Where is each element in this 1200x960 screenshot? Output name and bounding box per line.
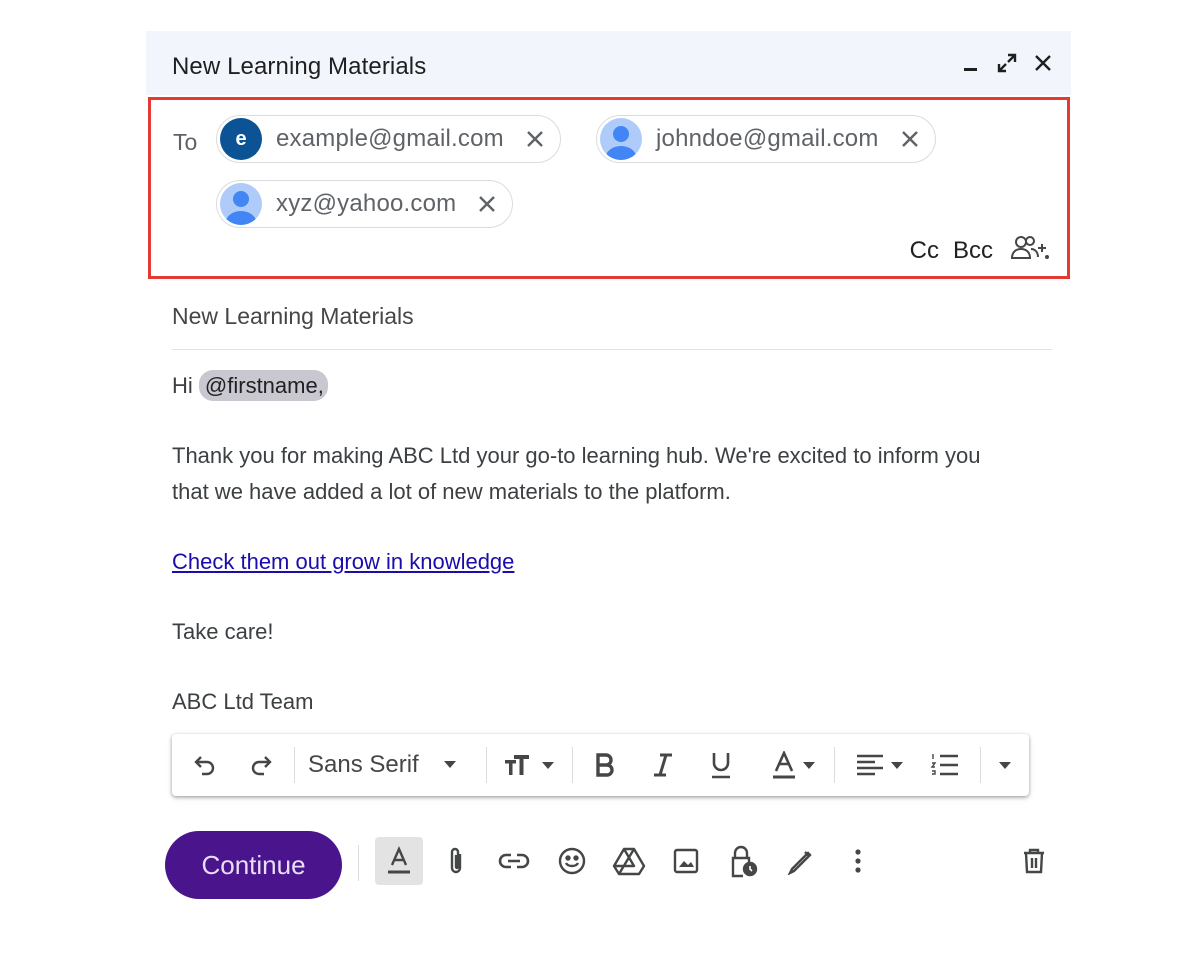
remove-recipient-icon[interactable]: [474, 191, 500, 217]
greeting-text: Hi: [172, 373, 193, 398]
toolbar-separator: [358, 845, 359, 881]
font-family-dropdown[interactable]: Sans Serif: [308, 734, 478, 796]
avatar: e: [220, 118, 262, 160]
compose-action-bar: Continue: [146, 825, 1071, 905]
greeting-line: Hi @firstname,: [172, 368, 328, 404]
compose-title: New Learning Materials: [172, 53, 427, 80]
to-label: To: [173, 129, 198, 155]
signature-pen-icon[interactable]: [776, 837, 824, 885]
toolbar-separator: [294, 747, 295, 783]
chevron-down-icon: [443, 756, 457, 774]
body-link-line: Check them out grow in knowledge: [172, 544, 514, 580]
remove-recipient-icon[interactable]: [522, 126, 548, 152]
closing-text: Take care!: [172, 619, 274, 644]
emoji-icon[interactable]: [548, 837, 596, 885]
minimize-icon[interactable]: [959, 51, 983, 75]
font-size-dropdown[interactable]: [498, 734, 560, 796]
avatar: [220, 183, 262, 225]
bcc-button[interactable]: Bcc: [953, 237, 993, 265]
text-color-dropdown[interactable]: [762, 734, 824, 796]
align-dropdown[interactable]: [848, 734, 910, 796]
recipients-field[interactable]: To e example@gmail.com johndoe@gmail.com…: [148, 97, 1070, 279]
recipient-chip[interactable]: xyz@yahoo.com: [216, 180, 514, 228]
undo-icon[interactable]: [190, 734, 220, 796]
toolbar-separator: [834, 747, 835, 783]
formatting-toolbar: Sans Serif: [172, 734, 1029, 796]
cc-bcc-row: Cc Bcc: [910, 234, 1049, 267]
cc-button[interactable]: Cc: [910, 237, 939, 265]
toolbar-separator: [980, 747, 981, 783]
subject-divider: [172, 349, 1052, 350]
formatting-options-icon[interactable]: [375, 837, 423, 885]
italic-icon[interactable]: [646, 734, 680, 796]
more-formatting-icon[interactable]: [990, 734, 1020, 796]
body-link[interactable]: Check them out grow in knowledge: [172, 549, 514, 574]
body-paragraph-line: that we have added a lot of new material…: [172, 479, 731, 504]
window-controls: [959, 51, 1055, 75]
mention-chip[interactable]: @firstname,: [198, 370, 328, 401]
font-family-label: Sans Serif: [308, 751, 419, 778]
send-button[interactable]: Continue: [165, 831, 342, 899]
compose-window: New Learning Materials To e example@gmai…: [146, 31, 1071, 936]
subject-field[interactable]: New Learning Materials: [172, 303, 414, 330]
recipient-chip[interactable]: johndoe@gmail.com: [596, 115, 936, 163]
redo-icon[interactable]: [246, 734, 276, 796]
recipient-email: johndoe@gmail.com: [656, 125, 879, 152]
confidential-mode-icon[interactable]: [719, 837, 767, 885]
attach-file-icon[interactable]: [432, 837, 480, 885]
recipient-email: xyz@yahoo.com: [276, 190, 457, 217]
recipient-chip[interactable]: e example@gmail.com: [216, 115, 561, 163]
body-paragraph: Thank you for making ABC Ltd your go-to …: [172, 438, 980, 510]
close-icon[interactable]: [1031, 51, 1055, 75]
insert-link-icon[interactable]: [490, 837, 538, 885]
underline-icon[interactable]: [704, 734, 738, 796]
expand-icon[interactable]: [995, 51, 1019, 75]
avatar: [600, 118, 642, 160]
compose-title-bar[interactable]: New Learning Materials: [146, 31, 1071, 95]
recipient-email: example@gmail.com: [276, 125, 504, 152]
more-options-icon[interactable]: [834, 837, 882, 885]
bold-icon[interactable]: [588, 734, 622, 796]
remove-recipient-icon[interactable]: [897, 126, 923, 152]
google-drive-icon[interactable]: [605, 837, 653, 885]
toolbar-separator: [572, 747, 573, 783]
body-paragraph-line: Thank you for making ABC Ltd your go-to …: [172, 443, 981, 468]
numbered-list-icon[interactable]: [928, 734, 962, 796]
delete-icon[interactable]: [1010, 837, 1058, 885]
toolbar-separator: [486, 747, 487, 783]
insert-photo-icon[interactable]: [662, 837, 710, 885]
signature-text: ABC Ltd Team: [172, 689, 314, 714]
add-contacts-icon[interactable]: [1010, 234, 1049, 267]
